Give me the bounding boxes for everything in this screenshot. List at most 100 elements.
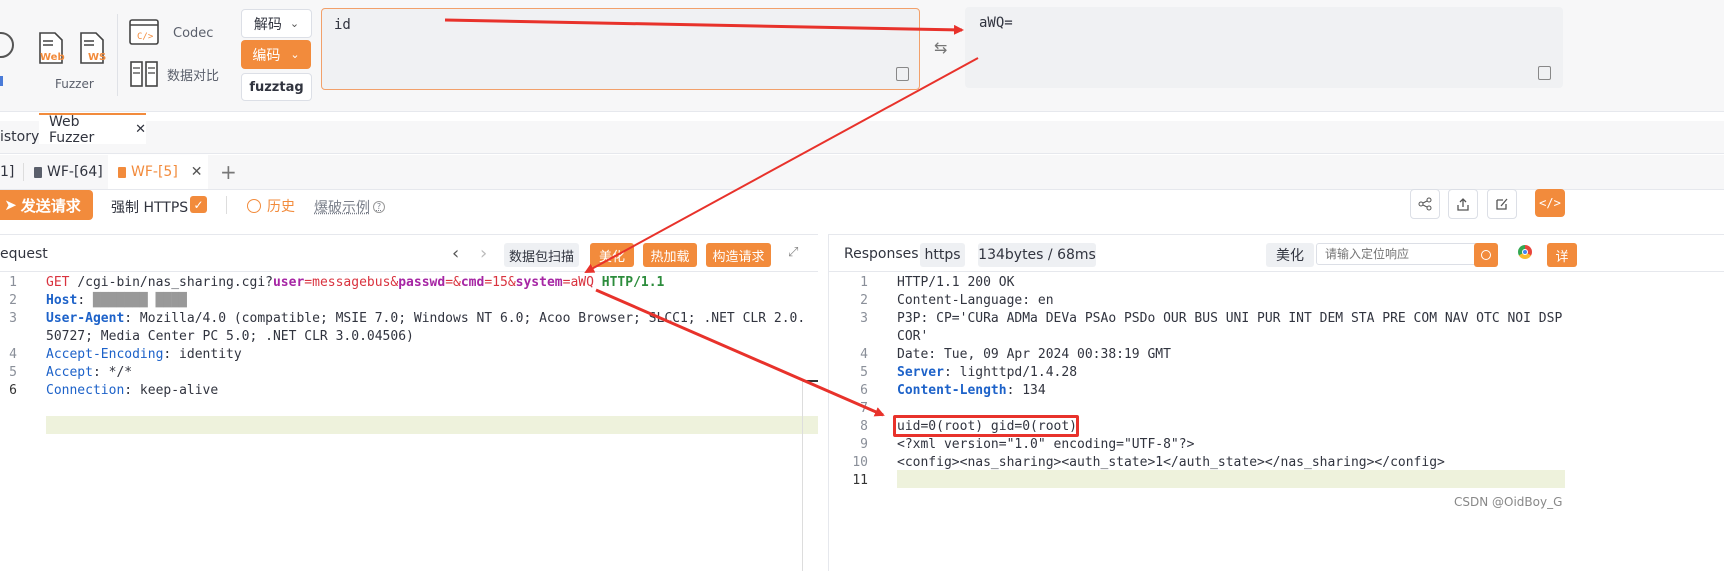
ws-label: WS xyxy=(88,52,107,63)
subtab-wf-5[interactable]: WF-[5] ✕ xyxy=(108,155,208,189)
response-line-8: uid=0(root) gid=0(root) xyxy=(897,419,1078,434)
share-icon[interactable] xyxy=(1410,189,1440,219)
hotload-label: 热加载 xyxy=(650,249,690,265)
tab-history[interactable]: istory xyxy=(0,121,39,153)
response-line-6: Content-Length: 134 xyxy=(897,383,1046,398)
response-beautify-label: 美化 xyxy=(1276,248,1304,264)
line-number: 3 xyxy=(9,311,17,326)
request-pane: equest ‹ › 数据包扫描 美化 热加载 构造请求 ⤢ 1 2 3 4 5… xyxy=(0,234,818,571)
response-line-3: P3P: CP='CURa ADMa DEVa PSAo PSDo OUR BU… xyxy=(897,311,1563,326)
beautify-label: 美化 xyxy=(598,249,625,265)
subtab-wf-64-label: WF-[64] xyxy=(47,164,103,180)
protocol-badge: https xyxy=(920,243,965,267)
size-time-label: 134bytes / 68ms xyxy=(978,247,1096,263)
line-number: 4 xyxy=(860,347,868,362)
response-line-1: HTTP/1.1 200 OK xyxy=(897,275,1015,290)
send-request-button[interactable]: ➤ 发送请求 xyxy=(0,190,93,220)
active-line-highlight xyxy=(897,470,1565,488)
search-icon xyxy=(1481,250,1491,260)
response-line-3-wrap: COR' xyxy=(897,329,929,344)
request-editor[interactable]: 1 2 3 4 5 6 GET /cgi-bin/nas_sharing.cgi… xyxy=(0,271,818,571)
scrollbar-marker xyxy=(802,380,818,382)
line-number: 4 xyxy=(9,347,17,362)
compare-button[interactable]: 数据对比 xyxy=(129,59,229,89)
watermark: CSDN @OidBoy_G xyxy=(1454,495,1563,509)
compare-icon xyxy=(130,61,158,87)
response-line-4: Date: Tue, 09 Apr 2024 00:38:19 GMT xyxy=(897,347,1171,362)
response-header: Responses https 134bytes / 68ms 美化 详 xyxy=(829,235,1724,272)
example-link[interactable]: 爆破示例 ? xyxy=(314,197,385,217)
line-number: 8 xyxy=(860,419,868,434)
codec-input-text: id xyxy=(334,17,351,33)
subtab-prev-label: 1] xyxy=(0,164,15,180)
send-request-label: 发送请求 xyxy=(20,196,81,215)
web-fuzzer-button[interactable]: Web xyxy=(38,32,65,64)
subtab-prev[interactable]: 1] xyxy=(0,155,14,189)
copy-icon[interactable] xyxy=(1538,66,1551,80)
editor-right-border xyxy=(802,381,803,571)
close-icon[interactable]: ✕ xyxy=(191,164,203,180)
swap-icon[interactable]: ⇆ xyxy=(934,38,947,57)
request-title: equest xyxy=(0,246,48,262)
encode-label: 编码 xyxy=(252,47,281,64)
build-request-button[interactable]: 构造请求 xyxy=(706,243,771,267)
expand-icon[interactable]: ⤢ xyxy=(788,245,798,260)
compare-label: 数据对比 xyxy=(167,68,220,84)
line-number: 11 xyxy=(852,473,868,488)
response-beautify-button[interactable]: 美化 xyxy=(1266,243,1314,267)
line-number: 5 xyxy=(860,365,868,380)
codec-toolbar: Web WS Fuzzer C/> Codec 数据对比 解码 ⌄ 编码 ⌄ f… xyxy=(0,0,1724,112)
request-line-3-wrap: 50727; Media Center PC 5.0; .NET CLR 3.0… xyxy=(46,329,414,344)
copy-icon[interactable] xyxy=(896,67,909,81)
chevron-right-icon[interactable]: › xyxy=(480,243,487,264)
line-number: 9 xyxy=(860,437,868,452)
response-editor[interactable]: 1 2 3 4 5 6 7 8 9 10 11 HTTP/1.1 200 OK … xyxy=(829,271,1724,571)
active-line-highlight xyxy=(46,416,818,434)
response-line-5: Server: lighttpd/1.4.28 xyxy=(897,365,1078,380)
request-line-3: User-Agent: Mozilla/4.0 (compatible; MSI… xyxy=(46,311,806,326)
subtab-wf-64[interactable]: WF-[64] xyxy=(34,155,103,189)
codec-button[interactable]: C/> Codec xyxy=(129,18,229,48)
beautify-button[interactable]: 美化 xyxy=(590,243,634,267)
decode-select[interactable]: 解码 ⌄ xyxy=(241,9,312,38)
chevron-left-icon[interactable]: ‹ xyxy=(452,243,459,264)
tab-web-fuzzer[interactable]: Web Fuzzer ✕ xyxy=(39,113,146,146)
codec-input[interactable]: id xyxy=(321,8,920,90)
code-view-button[interactable]: </> xyxy=(1535,189,1565,217)
force-https-checkbox[interactable]: ✓ xyxy=(190,196,207,213)
chrome-icon-center xyxy=(1522,249,1528,255)
globe-icon[interactable] xyxy=(0,32,14,58)
ws-fuzzer-button[interactable]: WS xyxy=(79,32,107,64)
tab-web-fuzzer-label: Web Fuzzer xyxy=(49,113,95,146)
request-header: equest ‹ › 数据包扫描 美化 热加载 构造请求 ⤢ xyxy=(0,235,818,272)
fuzzer-subtabs: 1] WF-[64] WF-[5] ✕ + xyxy=(0,155,1724,190)
web-label: Web xyxy=(40,52,65,63)
add-tab-icon[interactable]: + xyxy=(220,155,237,189)
fuzzer-group-label: Fuzzer xyxy=(55,77,94,91)
edit-icon[interactable] xyxy=(1487,189,1517,219)
encode-select[interactable]: 编码 ⌄ xyxy=(241,40,311,69)
line-number: 3 xyxy=(860,311,868,326)
line-number: 6 xyxy=(860,383,868,398)
size-time-badge: 134bytes / 68ms xyxy=(978,243,1096,267)
fuzztag-button[interactable]: fuzztag xyxy=(241,73,312,101)
detail-button[interactable]: 详 xyxy=(1547,243,1577,267)
detail-label: 详 xyxy=(1555,249,1569,265)
partial-label-marker xyxy=(0,76,3,86)
request-line-6: Connection: keep-alive xyxy=(46,383,219,398)
response-title: Responses xyxy=(844,246,919,262)
search-button[interactable] xyxy=(1474,243,1498,267)
hotload-button[interactable]: 热加载 xyxy=(643,243,697,267)
line-number: 1 xyxy=(9,275,17,290)
response-pane: Responses https 134bytes / 68ms 美化 详 1 2… xyxy=(828,234,1724,571)
line-number: 7 xyxy=(860,401,868,416)
toolbar-divider xyxy=(117,14,118,96)
close-icon[interactable]: ✕ xyxy=(135,122,146,137)
response-search-input[interactable] xyxy=(1316,243,1482,265)
packet-scan-button[interactable]: 数据包扫描 xyxy=(504,243,579,267)
codec-output: aWQ= xyxy=(965,7,1563,88)
export-icon[interactable] xyxy=(1448,189,1478,219)
fuzztag-label: fuzztag xyxy=(249,79,304,95)
response-line-10: <config><nas_sharing><auth_state>1</auth… xyxy=(897,455,1445,470)
history-button[interactable]: 历史 xyxy=(247,196,295,216)
